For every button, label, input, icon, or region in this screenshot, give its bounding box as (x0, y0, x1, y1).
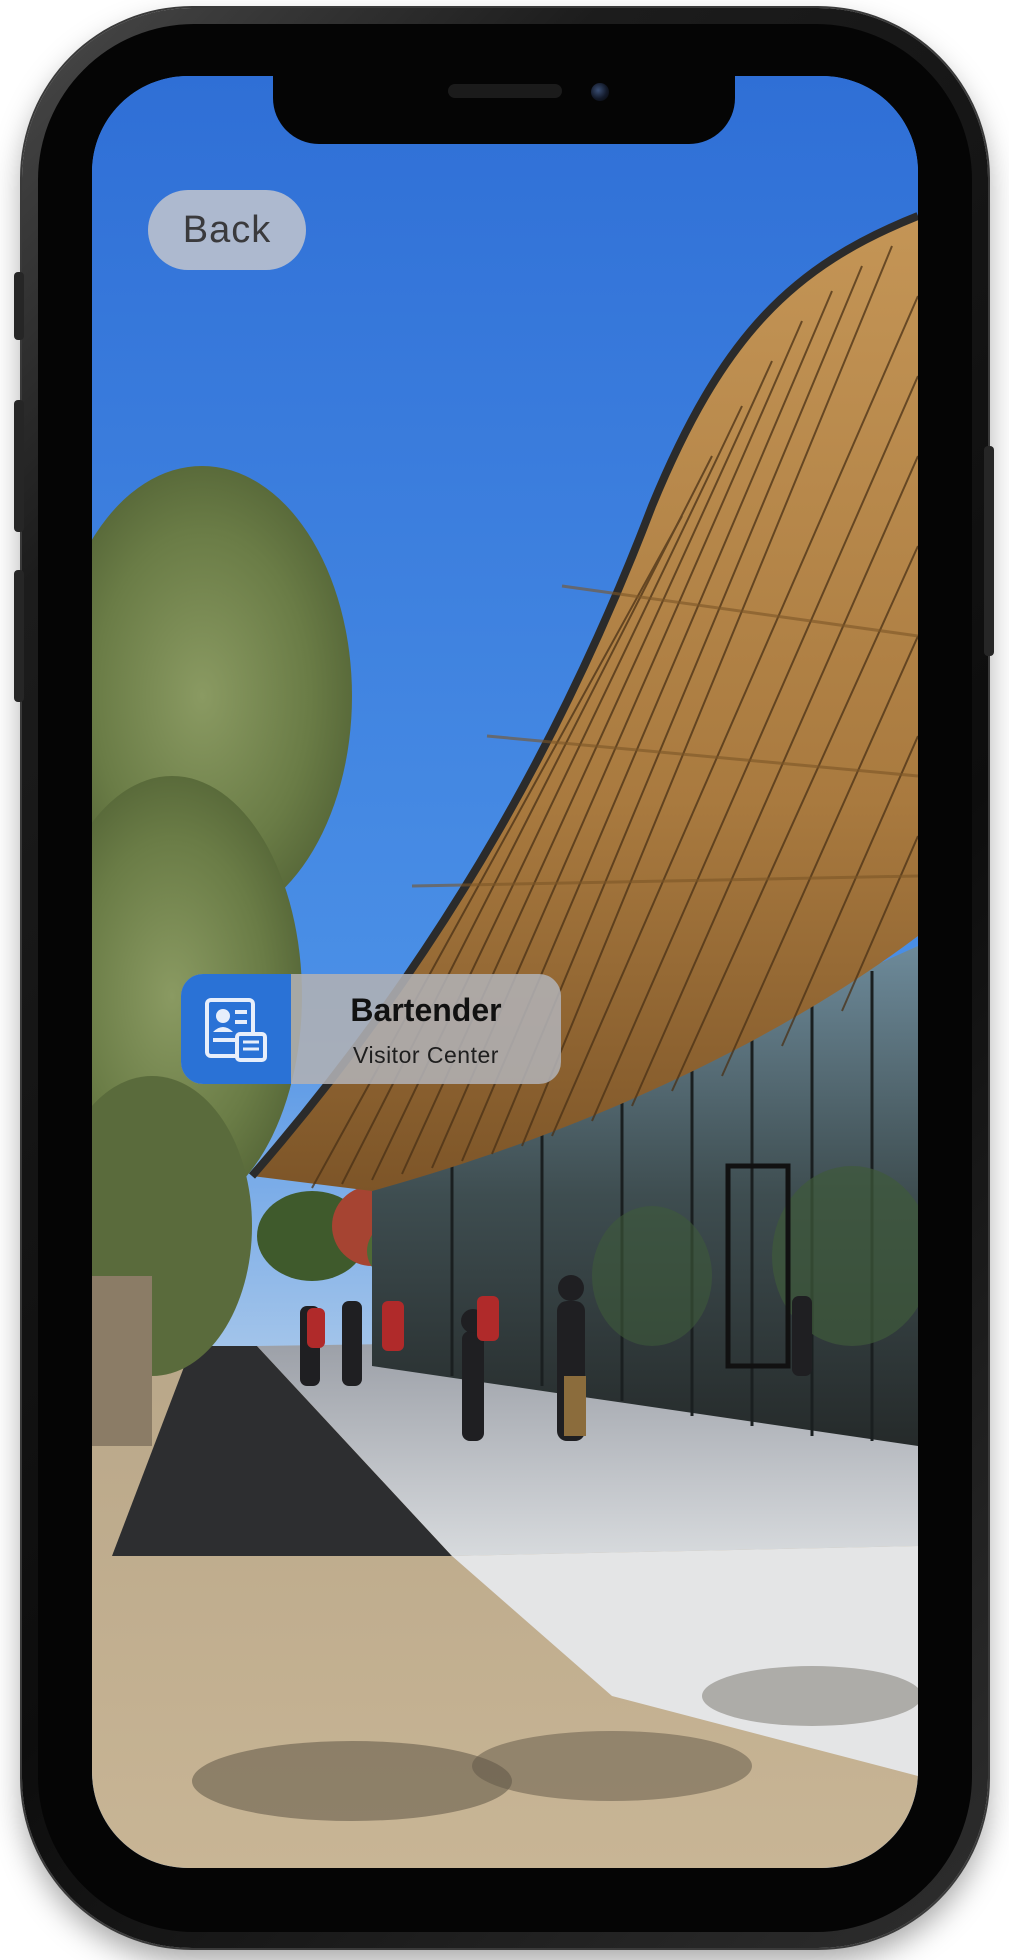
poi-card-title: Bartender (350, 992, 502, 1028)
earpiece-speaker (448, 84, 562, 98)
back-button[interactable]: Back (148, 190, 306, 270)
camera-view (92, 76, 918, 1868)
poi-card-subtitle: Visitor Center (353, 1042, 499, 1068)
power-button (984, 446, 994, 656)
volume-down-button (14, 570, 24, 702)
poi-card-text: Bartender Visitor Center (291, 974, 561, 1084)
volume-up-button (14, 400, 24, 532)
silent-switch (14, 272, 24, 340)
front-camera (591, 83, 609, 101)
back-button-label: Back (182, 208, 272, 251)
contact-card-icon (181, 974, 291, 1084)
poi-card-bartender[interactable]: Bartender Visitor Center (181, 974, 561, 1084)
ar-scene-image (92, 76, 918, 1868)
